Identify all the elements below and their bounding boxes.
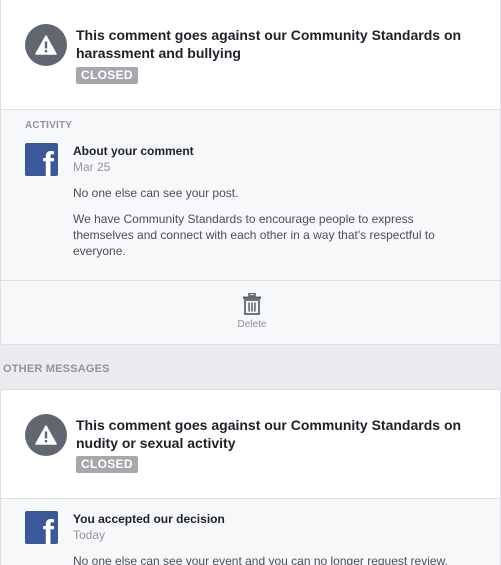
delete-label: Delete — [237, 319, 267, 330]
message-section: f You accepted our decision Today No one… — [1, 499, 500, 565]
facebook-logo-icon: f — [25, 143, 58, 176]
activity-section: ACTIVITY f About your comment Mar 25 No … — [1, 110, 500, 281]
message-paragraph: We have Community Standards to encourage… — [73, 212, 435, 258]
activity-label: ACTIVITY — [25, 120, 73, 131]
status-badge: CLOSED — [76, 67, 138, 84]
message-paragraph: No one else can see your event and you c… — [73, 554, 448, 565]
warning-icon — [25, 24, 67, 66]
notice-title: This comment goes against our Community … — [76, 27, 462, 61]
message-date: Today — [73, 528, 106, 542]
delete-button[interactable]: Delete — [221, 291, 283, 335]
message-title: About your comment — [73, 144, 194, 158]
notice-header: This comment goes against our Community … — [1, 0, 500, 110]
card-actions: Delete — [1, 281, 500, 344]
other-messages-heading: OTHER MESSAGES — [3, 363, 110, 375]
warning-icon — [25, 414, 67, 456]
facebook-logo-icon: f — [25, 511, 58, 544]
message-date: Mar 25 — [73, 160, 111, 174]
notice-title: This comment goes against our Community … — [76, 417, 462, 451]
status-badge: CLOSED — [76, 456, 138, 473]
trash-icon — [243, 293, 261, 315]
standards-notice-card: This comment goes against our Community … — [0, 389, 501, 565]
notice-header: This comment goes against our Community … — [1, 390, 500, 499]
standards-notice-card: This comment goes against our Community … — [0, 0, 501, 345]
message-paragraph: No one else can see your post. — [73, 186, 239, 200]
message-title: You accepted our decision — [73, 512, 225, 526]
